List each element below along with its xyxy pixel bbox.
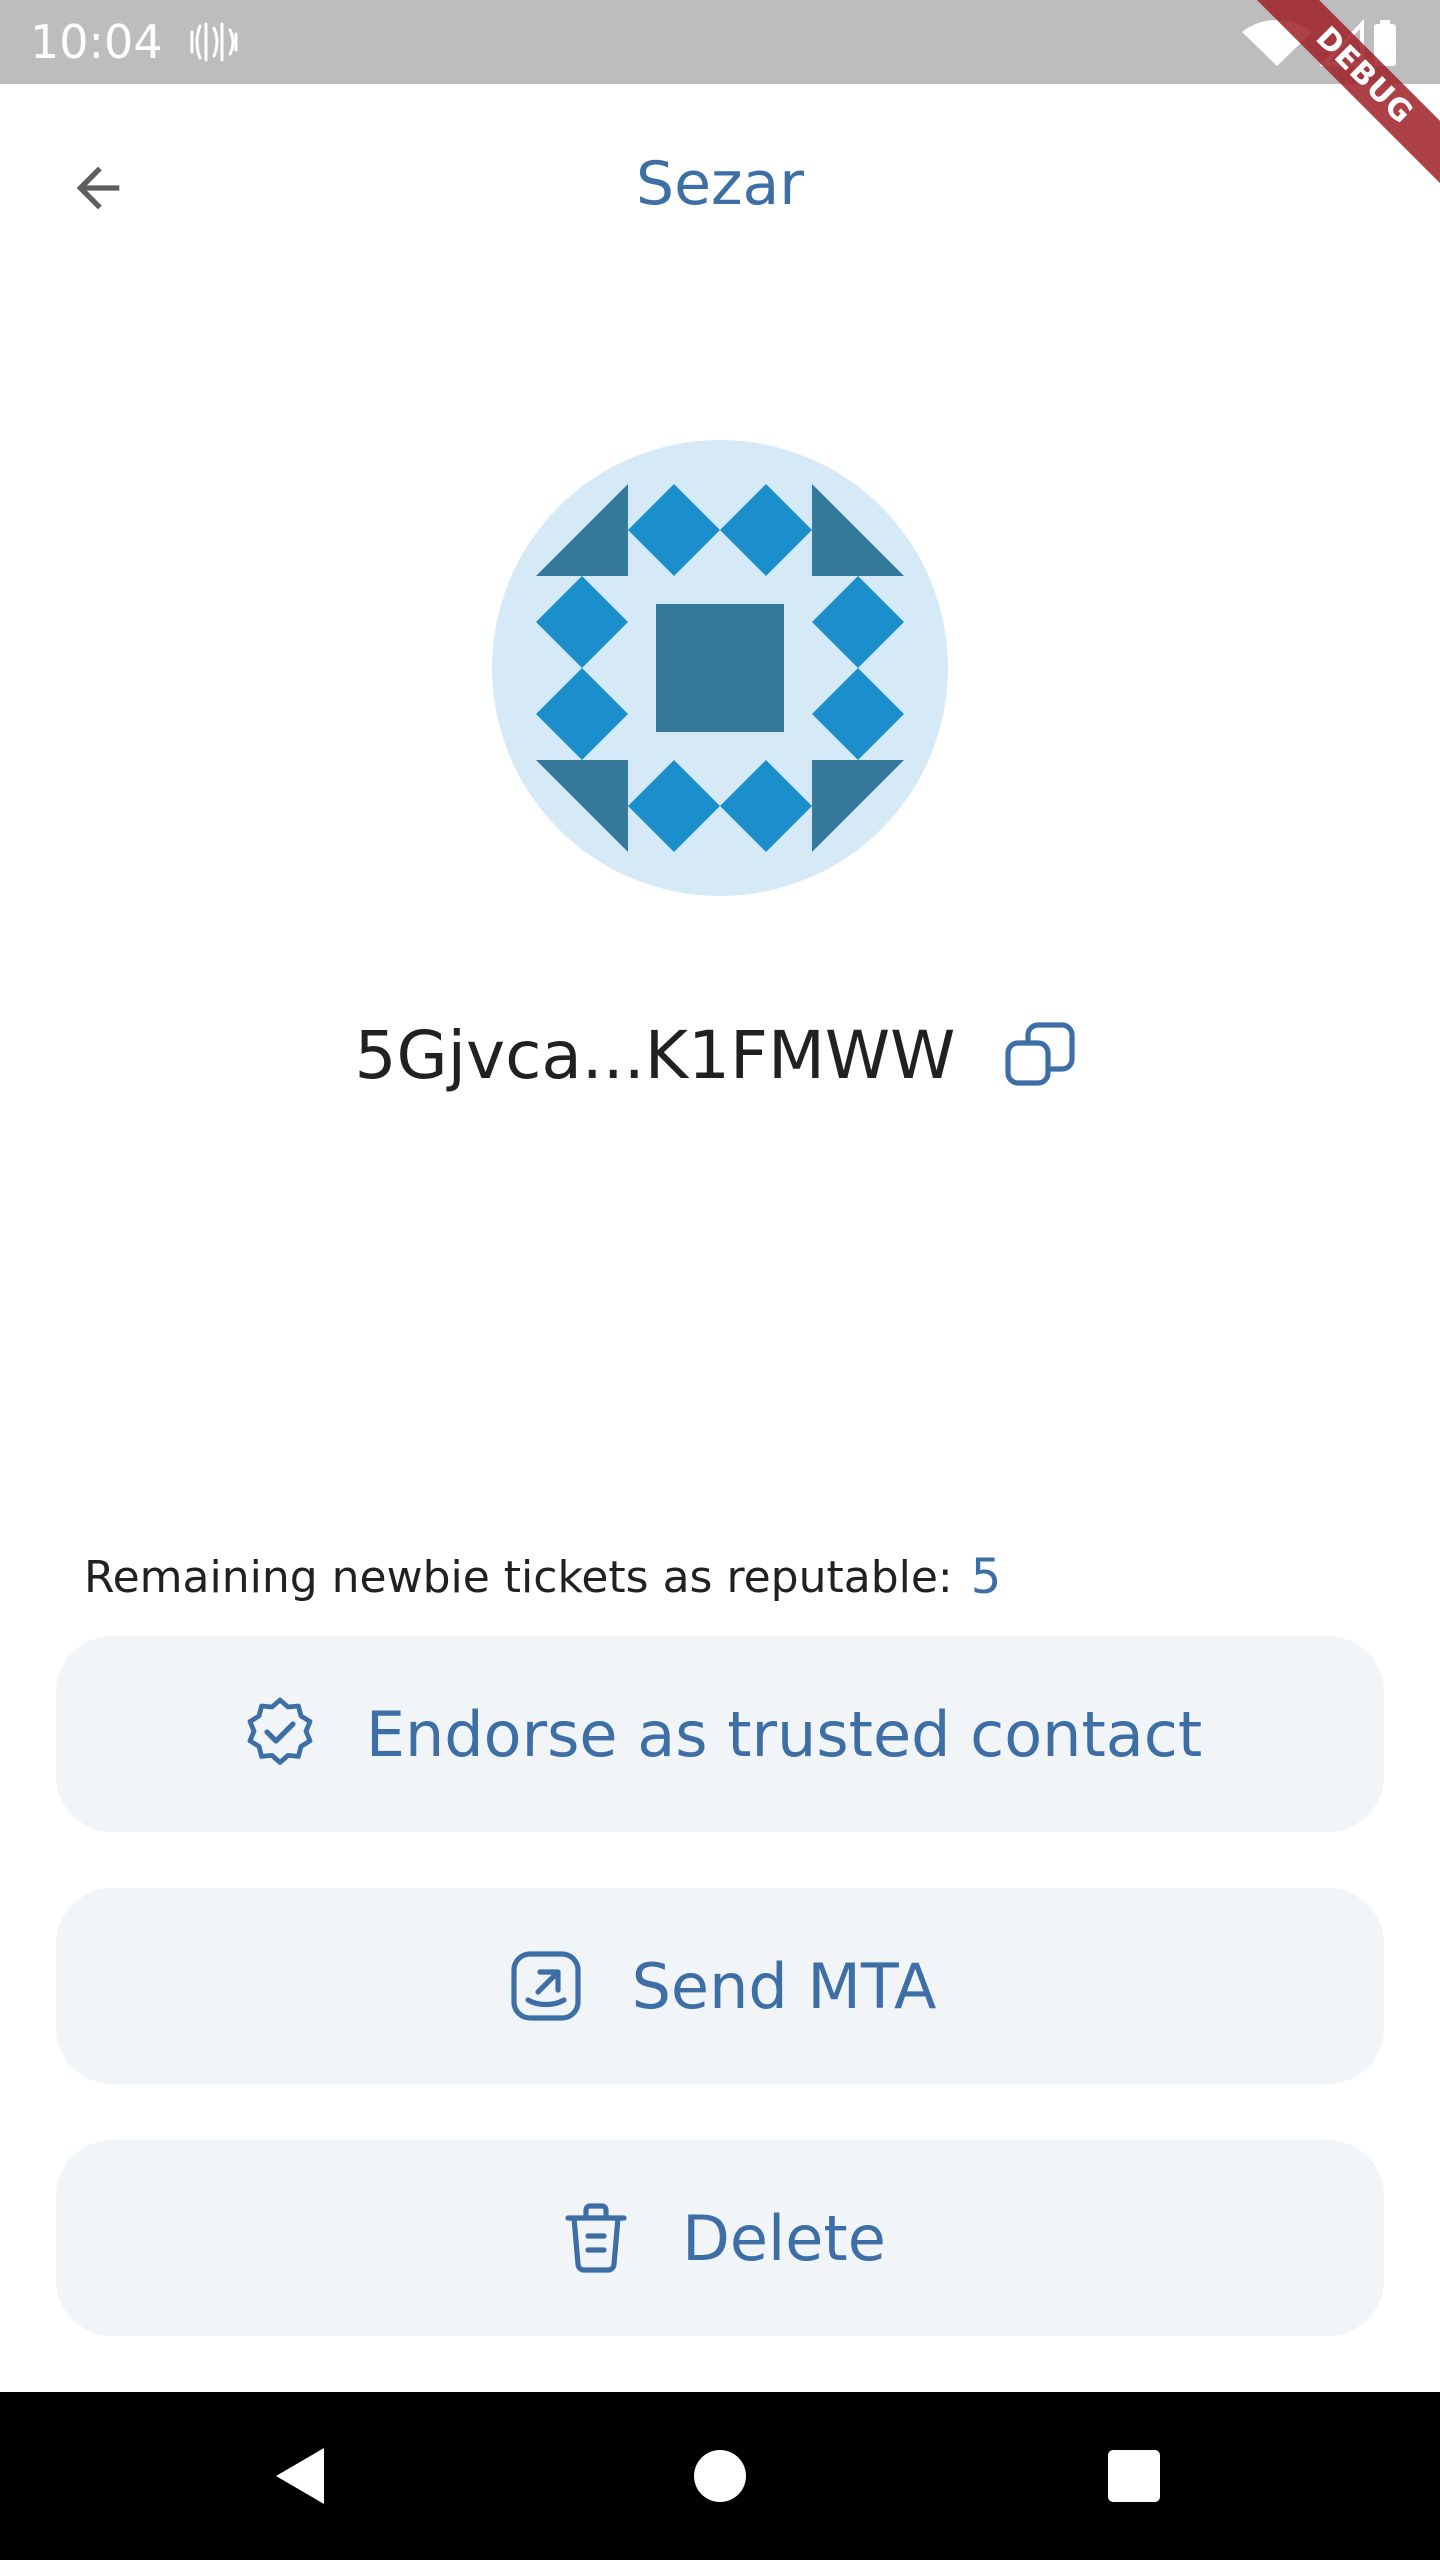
newbie-tickets-row: Remaining newbie tickets as reputable: 5 (84, 1544, 1001, 1610)
trash-icon (554, 2196, 638, 2280)
nav-back-icon (276, 2448, 324, 2504)
sound-wave-icon (190, 22, 238, 62)
newbie-tickets-label: Remaining newbie tickets as reputable: (84, 1551, 953, 1603)
delete-button-label: Delete (682, 2201, 886, 2275)
delete-button[interactable]: Delete (56, 2140, 1384, 2336)
contact-detail-screen: 10:04 DEBUG Sezar 5Gjvca...K1FMWW Remain… (0, 0, 1440, 2560)
address-row: 5Gjvca...K1FMWW (0, 1000, 1440, 1110)
nav-back-button[interactable] (258, 2434, 342, 2518)
status-time: 10:04 (30, 15, 163, 69)
send-mta-button-label: Send MTA (631, 1949, 937, 2023)
newbie-tickets-count: 5 (970, 1549, 1002, 1605)
contact-identicon (492, 440, 948, 896)
page-title: Sezar (636, 149, 804, 219)
copy-address-button[interactable] (995, 1010, 1085, 1100)
send-mta-button[interactable]: Send MTA (56, 1888, 1384, 2084)
nav-home-icon (694, 2450, 746, 2502)
system-navigation-bar (0, 2392, 1440, 2560)
copy-icon (1005, 1022, 1076, 1086)
verified-badge-icon (238, 1692, 322, 1776)
nav-home-button[interactable] (678, 2434, 762, 2518)
endorse-button[interactable]: Endorse as trusted contact (56, 1636, 1384, 1832)
send-arrow-icon (504, 1944, 588, 2028)
contact-address: 5Gjvca...K1FMWW (354, 1016, 956, 1094)
endorse-button-label: Endorse as trusted contact (365, 1697, 1203, 1771)
nav-recents-icon (1108, 2450, 1160, 2502)
app-bar: Sezar (0, 84, 1440, 280)
nav-recents-button[interactable] (1092, 2434, 1176, 2518)
